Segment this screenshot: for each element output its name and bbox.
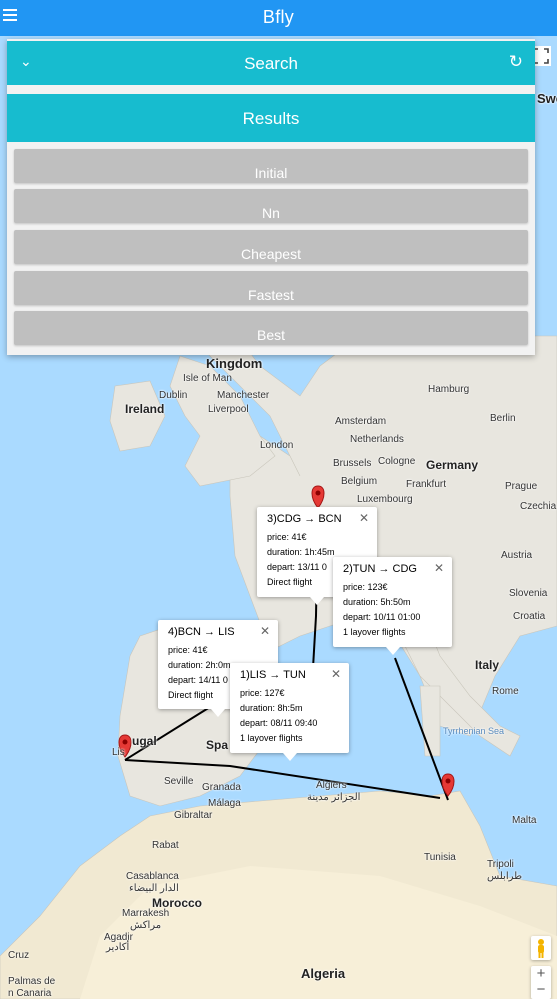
search-panel: ⌄ Search ↻ Results Initial Nn Cheapest F…: [7, 39, 535, 355]
label-algiers-ar: الجزائر مدينة: [307, 792, 361, 803]
label-casablanca: Casablanca: [126, 871, 179, 882]
results-header: Results: [7, 94, 535, 142]
label-marrakesh-ar: مراكش: [130, 920, 162, 931]
label-croatia: Croatia: [513, 611, 546, 622]
nn-button[interactable]: Nn: [14, 189, 528, 223]
label-palmas: Palmas de: [8, 976, 56, 987]
label-palmas-2: n Canaria: [8, 988, 52, 999]
app-bar: Bfly: [0, 0, 557, 36]
flight-stops: 1 layover flights: [240, 733, 303, 743]
label-brussels: Brussels: [333, 458, 372, 469]
search-header[interactable]: ⌄ Search ↻: [7, 41, 535, 85]
label-seville: Seville: [164, 776, 194, 787]
label-tyrrhenian-sea: Tyrrhenian Sea: [443, 726, 505, 736]
label-isle-of-man: Isle of Man: [183, 373, 232, 384]
label-granada: Granada: [202, 782, 241, 793]
label-spain-partial: Spa: [206, 738, 229, 752]
flight-duration: duration: 8h:5m: [240, 703, 303, 713]
flight-price: price: 41€: [168, 645, 208, 655]
label-germany: Germany: [426, 458, 479, 472]
label-belgium: Belgium: [341, 476, 378, 487]
pegman-icon[interactable]: [531, 936, 551, 960]
label-amsterdam: Amsterdam: [335, 416, 387, 427]
flight-price: price: 123€: [343, 582, 388, 592]
refresh-icon[interactable]: ↻: [509, 52, 523, 72]
label-rome: Rome: [492, 686, 519, 697]
label-portugal-partial: ugal: [132, 734, 157, 748]
results-label: Results: [242, 109, 300, 128]
label-marrakesh: Marrakesh: [122, 908, 170, 919]
label-luxembourg: Luxembourg: [357, 494, 413, 505]
label-frankfurt: Frankfurt: [406, 479, 447, 490]
ireland-land: [109, 380, 166, 452]
label-czechia: Czechia: [520, 501, 557, 512]
flight-info-lis-tun[interactable]: ✕ 1)LIS → TUN price: 127€ duration: 8h:5…: [230, 663, 349, 761]
label-austria: Austria: [501, 550, 533, 561]
fastest-button[interactable]: Fastest: [14, 271, 528, 305]
close-icon[interactable]: ✕: [359, 511, 369, 525]
cheapest-button[interactable]: Cheapest: [14, 230, 528, 264]
label-cruz-partial: Cruz: [8, 950, 30, 961]
label-dublin: Dublin: [159, 390, 188, 401]
search-label: Search: [244, 54, 298, 73]
label-prague: Prague: [505, 481, 538, 492]
label-berlin: Berlin: [490, 413, 516, 424]
label-slovenia: Slovenia: [509, 588, 548, 599]
label-manchester: Manchester: [217, 390, 270, 401]
label-tunisia: Tunisia: [424, 852, 456, 863]
label-netherlands: Netherlands: [350, 434, 404, 445]
best-button[interactable]: Best: [14, 311, 528, 345]
flight-price: price: 41€: [267, 532, 307, 542]
label-casablanca-ar: الدار البيضاء: [129, 883, 179, 894]
label-tripoli-ar: طرابلس: [487, 871, 523, 882]
flight-price: price: 127€: [240, 688, 285, 698]
close-icon[interactable]: ✕: [260, 624, 270, 638]
label-algiers: Algiers: [316, 780, 347, 791]
label-italy: Italy: [475, 658, 500, 672]
label-malaga: Málaga: [208, 798, 241, 809]
initial-button[interactable]: Initial: [14, 149, 528, 183]
label-agadir-ar: أكادير: [106, 942, 130, 953]
flight-title: 1)LIS → TUN: [240, 669, 306, 681]
flight-title: 3)CDG → BCN: [267, 513, 342, 525]
flight-depart: depart: 10/11 01:00: [343, 612, 421, 622]
flight-depart: depart: 08/11 09:40: [240, 718, 318, 728]
flight-duration: duration: 5h:50m: [343, 597, 411, 607]
label-rabat: Rabat: [152, 840, 179, 851]
close-icon[interactable]: ✕: [434, 561, 444, 575]
flight-info-tun-cdg[interactable]: ✕ 2)TUN → CDG price: 123€ duration: 5h:5…: [333, 557, 452, 655]
corsica-sardinia: [419, 685, 441, 757]
label-algeria: Algeria: [301, 966, 346, 981]
app-title: Bfly: [262, 7, 295, 27]
zoom-control: + −: [531, 966, 551, 999]
label-london: London: [260, 440, 294, 451]
label-gibraltar: Gibraltar: [174, 810, 213, 821]
label-liverpool: Liverpool: [208, 404, 249, 415]
flight-title: 4)BCN → LIS: [168, 626, 235, 638]
label-tripoli: Tripoli: [487, 859, 514, 870]
label-sweden-partial: Swe: [537, 91, 557, 106]
zoom-out-button[interactable]: −: [531, 982, 551, 998]
flight-title: 2)TUN → CDG: [343, 563, 417, 575]
label-cologne: Cologne: [378, 456, 416, 467]
label-ireland: Ireland: [125, 402, 165, 416]
label-malta: Malta: [512, 815, 537, 826]
close-icon[interactable]: ✕: [331, 667, 341, 681]
label-hamburg: Hamburg: [428, 384, 470, 395]
label-kingdom: Kingdom: [206, 356, 263, 371]
flight-stops: 1 layover flights: [343, 627, 406, 637]
zoom-in-button[interactable]: +: [531, 966, 551, 982]
label-lisbon-partial: Lis: [112, 747, 125, 758]
